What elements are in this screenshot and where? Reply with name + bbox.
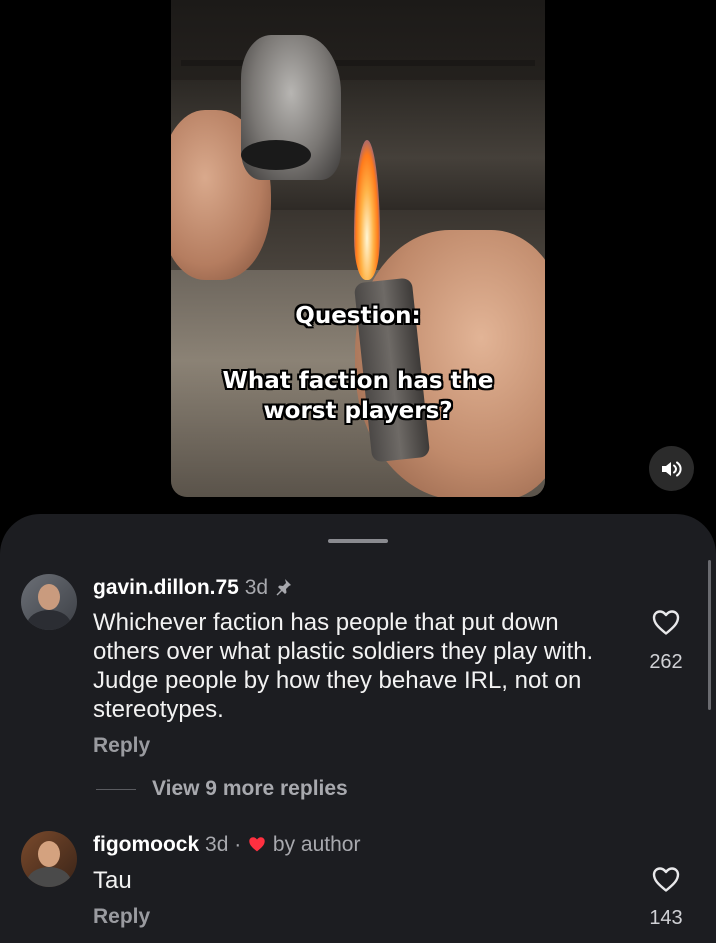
scrollbar[interactable]	[708, 560, 711, 710]
video-caption-line2: worst players?	[263, 398, 453, 424]
comment-age: 3d	[205, 833, 229, 856]
video-caption-question: Question:	[295, 303, 421, 329]
avatar[interactable]	[21, 574, 77, 630]
video-player[interactable]: Question: What faction has the worst pla…	[171, 0, 545, 497]
comment-meta: gavin.dillon.75 3d	[93, 575, 292, 601]
comment-username[interactable]: figomoock	[93, 833, 199, 856]
comment-age: 3d	[244, 576, 269, 599]
reply-button[interactable]: Reply	[93, 734, 150, 758]
view-more-replies-label[interactable]: View 9 more replies	[152, 777, 348, 801]
sheet-grabber[interactable]	[328, 539, 388, 543]
comment-text: Tau	[93, 867, 132, 894]
avatar-face	[38, 584, 60, 610]
avatar-body	[27, 610, 71, 630]
comment-text: Whichever faction has people that put do…	[93, 609, 594, 723]
avatar-body	[27, 867, 71, 887]
avatar-face	[38, 841, 60, 867]
heart-outline-icon[interactable]	[651, 865, 681, 893]
video-caption-text: What faction has the worst players?	[171, 366, 545, 426]
reply-button[interactable]: Reply	[93, 905, 150, 929]
author-heart-icon	[249, 837, 265, 852]
speaker-on-icon	[661, 461, 682, 476]
meta-separator: ·	[234, 833, 242, 856]
video-caption-line1: What faction has the	[222, 368, 494, 394]
view-more-replies[interactable]: View 9 more replies	[96, 777, 348, 801]
liked-by-author-label: by author	[272, 833, 361, 856]
heart-outline-icon[interactable]	[651, 608, 681, 636]
like-count: 143	[649, 907, 683, 929]
video-miniature-base	[241, 140, 311, 170]
video-shelf	[181, 60, 535, 66]
avatar[interactable]	[21, 831, 77, 887]
like-count: 262	[649, 651, 683, 673]
thread-line	[96, 788, 136, 790]
comment-meta: figomoock 3d · by author	[93, 832, 360, 858]
comment-username[interactable]: gavin.dillon.75	[93, 576, 239, 599]
comments-sheet[interactable]: gavin.dillon.75 3d Whichever faction has…	[0, 514, 716, 943]
pin-icon	[276, 579, 291, 596]
sound-toggle-button[interactable]	[649, 446, 694, 491]
